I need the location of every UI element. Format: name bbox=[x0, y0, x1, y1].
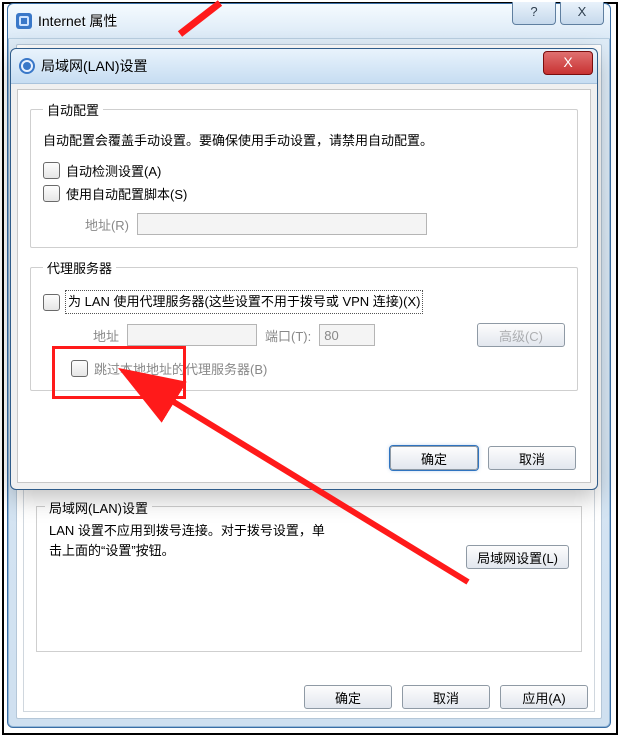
lan-settings-button[interactable]: 局域网设置(L) bbox=[466, 545, 569, 569]
internet-properties-footer: 确定 取消 应用(A) bbox=[304, 685, 588, 709]
lan-dialog-close-button[interactable]: X bbox=[543, 51, 593, 75]
proxy-legend: 代理服务器 bbox=[43, 258, 116, 277]
proxy-bypass-label[interactable]: 跳过本地地址的代理服务器(B) bbox=[94, 359, 267, 378]
lan-dialog-body: 自动配置 自动配置会覆盖手动设置。要确保使用手动设置，请禁用自动配置。 自动检测… bbox=[17, 89, 591, 483]
internet-options-icon bbox=[16, 13, 32, 29]
proxy-port-label: 端口(T): bbox=[265, 326, 311, 345]
lan-settings-group: 局域网(LAN)设置 LAN 设置不应用到拨号连接。对于拨号设置，单击上面的“设… bbox=[36, 506, 582, 652]
lan-settings-legend: 局域网(LAN)设置 bbox=[45, 498, 152, 517]
lan-cancel-button[interactable]: 取消 bbox=[488, 446, 576, 470]
proxy-port-input[interactable] bbox=[319, 324, 375, 346]
auto-script-address-input[interactable] bbox=[137, 213, 427, 235]
auto-script-row: 使用自动配置脚本(S) bbox=[43, 184, 565, 203]
lan-ok-button[interactable]: 确定 bbox=[390, 446, 478, 470]
lan-dialog-titlebar[interactable]: 局域网(LAN)设置 X bbox=[11, 49, 597, 84]
auto-config-description: 自动配置会覆盖手动设置。要确保使用手动设置，请禁用自动配置。 bbox=[43, 131, 565, 151]
lan-settings-dialog: 局域网(LAN)设置 X 自动配置 自动配置会覆盖手动设置。要确保使用手动设置，… bbox=[10, 48, 598, 490]
lan-dialog-title: 局域网(LAN)设置 bbox=[41, 56, 148, 76]
auto-detect-row: 自动检测设置(A) bbox=[43, 161, 565, 180]
internet-properties-title: Internet 属性 bbox=[38, 11, 117, 31]
auto-config-group: 自动配置 自动配置会覆盖手动设置。要确保使用手动设置，请禁用自动配置。 自动检测… bbox=[30, 100, 578, 248]
proxy-group: 代理服务器 为 LAN 使用代理服务器(这些设置不用于拨号或 VPN 连接)(X… bbox=[30, 258, 578, 391]
lan-dialog-footer: 确定 取消 bbox=[390, 446, 576, 470]
auto-script-address-label: 地址(R) bbox=[65, 215, 129, 234]
auto-script-label[interactable]: 使用自动配置脚本(S) bbox=[66, 184, 187, 203]
outer-ok-button[interactable]: 确定 bbox=[304, 685, 392, 709]
proxy-use-label[interactable]: 为 LAN 使用代理服务器(这些设置不用于拨号或 VPN 连接)(X) bbox=[66, 291, 422, 313]
proxy-address-input[interactable] bbox=[127, 324, 257, 346]
help-button[interactable]: ? bbox=[512, 2, 556, 25]
proxy-address-row: 地址 端口(T): 高级(C) bbox=[71, 323, 565, 347]
proxy-address-label: 地址 bbox=[71, 326, 119, 345]
internet-properties-titlebar[interactable]: Internet 属性 ? X bbox=[8, 4, 610, 39]
auto-detect-label[interactable]: 自动检测设置(A) bbox=[66, 161, 161, 180]
proxy-bypass-row: 跳过本地地址的代理服务器(B) bbox=[71, 359, 565, 378]
proxy-advanced-button[interactable]: 高级(C) bbox=[477, 323, 565, 347]
proxy-use-checkbox[interactable] bbox=[43, 294, 60, 311]
lan-settings-description: LAN 设置不应用到拨号连接。对于拨号设置，单击上面的“设置”按钮。 bbox=[49, 521, 329, 561]
auto-script-address-row: 地址(R) bbox=[65, 213, 565, 235]
window-system-buttons: ? X bbox=[512, 2, 604, 25]
auto-detect-checkbox[interactable] bbox=[43, 162, 60, 179]
proxy-bypass-checkbox[interactable] bbox=[71, 360, 88, 377]
proxy-use-row: 为 LAN 使用代理服务器(这些设置不用于拨号或 VPN 连接)(X) bbox=[43, 291, 565, 313]
outer-apply-button[interactable]: 应用(A) bbox=[500, 685, 588, 709]
globe-icon bbox=[19, 58, 35, 74]
auto-config-legend: 自动配置 bbox=[43, 100, 103, 119]
close-button[interactable]: X bbox=[560, 2, 604, 25]
auto-script-checkbox[interactable] bbox=[43, 185, 60, 202]
outer-cancel-button[interactable]: 取消 bbox=[402, 685, 490, 709]
